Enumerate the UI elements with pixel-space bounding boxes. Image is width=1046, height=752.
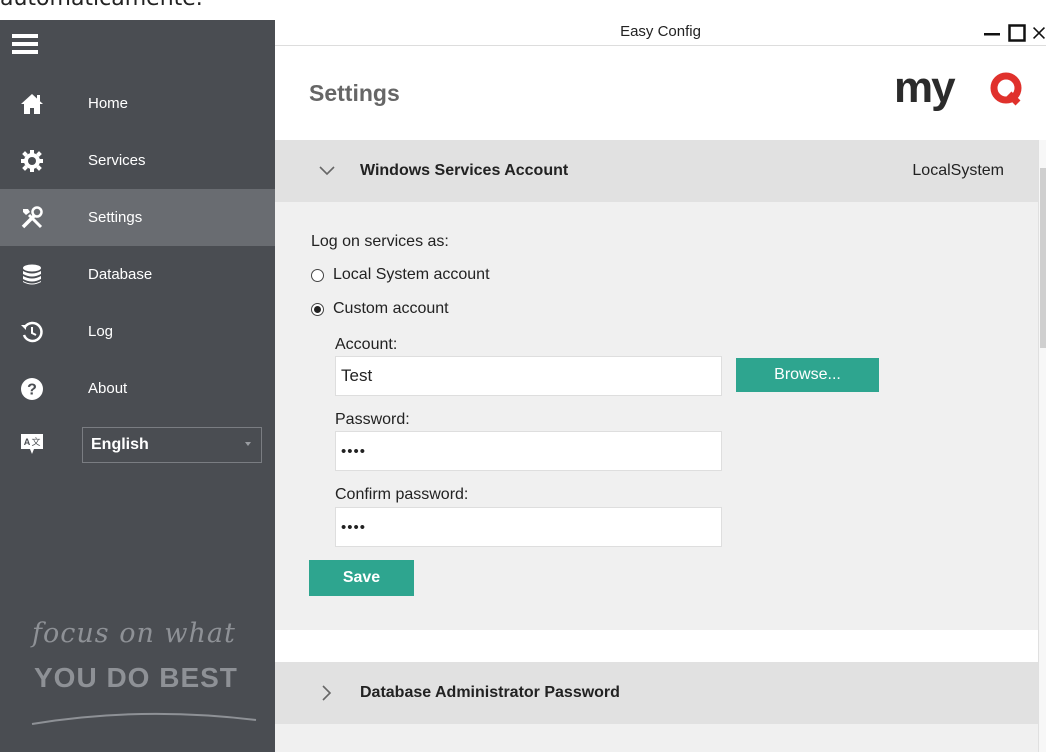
password-label: Password: xyxy=(335,411,410,428)
confirm-password-label: Confirm password: xyxy=(335,486,469,503)
close-icon[interactable] xyxy=(1032,22,1046,44)
section-divider xyxy=(275,630,1038,662)
section-value: LocalSystem xyxy=(912,162,1004,179)
section-windows-services-header[interactable]: Windows Services Account LocalSystem xyxy=(275,140,1038,202)
myq-logo: my xyxy=(894,63,1026,122)
save-button[interactable]: Save xyxy=(309,560,414,596)
section-db-admin-header[interactable]: Database Administrator Password xyxy=(275,662,1038,724)
radio-label: Local System account xyxy=(333,266,490,283)
account-input[interactable]: Test xyxy=(335,356,722,396)
sidebar-item-settings[interactable]: Settings xyxy=(0,189,275,246)
language-select-value: English xyxy=(91,436,149,453)
home-icon xyxy=(20,92,44,116)
svg-text:A: A xyxy=(24,437,31,447)
gear-icon xyxy=(20,149,44,173)
password-field-value: •••• xyxy=(341,442,367,460)
svg-text:my: my xyxy=(894,68,956,112)
radio-button[interactable] xyxy=(311,268,324,282)
window-title: Easy Config xyxy=(620,23,701,40)
sidebar-item-label: Database xyxy=(88,266,153,283)
sidebar-item-database[interactable]: Database xyxy=(0,246,275,303)
svg-text:文: 文 xyxy=(31,436,40,447)
radio-label: Custom account xyxy=(333,300,449,317)
tools-icon xyxy=(20,205,44,230)
maximize-icon[interactable] xyxy=(1006,22,1028,44)
database-icon xyxy=(20,263,44,287)
tagline-swoosh xyxy=(31,712,257,725)
svg-text:?: ? xyxy=(27,381,37,398)
sidebar-item-label: Log xyxy=(88,323,114,340)
sidebar-item-log[interactable]: Log xyxy=(0,303,275,360)
window-titlebar: Easy Config xyxy=(275,20,1046,46)
tagline-line1: focus on what xyxy=(32,618,236,649)
sidebar-item-label: About xyxy=(88,380,128,397)
scrollbar-thumb[interactable] xyxy=(1040,168,1046,348)
tagline-line2: YOU DO BEST xyxy=(34,662,238,693)
sidebar-item-home[interactable]: Home xyxy=(0,75,275,132)
confirm-password-field-value: •••• xyxy=(341,518,367,536)
hamburger-icon[interactable] xyxy=(12,34,38,54)
section-title: Database Administrator Password xyxy=(360,684,620,701)
logon-label: Log on services as: xyxy=(311,233,449,250)
sidebar-item-label: Settings xyxy=(88,209,143,226)
sidebar-item-about[interactable]: ? About xyxy=(0,360,275,417)
radio-button[interactable] xyxy=(311,302,324,316)
language-select[interactable]: English xyxy=(82,427,262,463)
confirm-password-field[interactable]: •••• xyxy=(335,507,722,547)
document-text: automaticamente. xyxy=(0,0,203,11)
section-title: Windows Services Account xyxy=(360,162,569,179)
radio-local-system[interactable]: Local System account xyxy=(311,266,490,284)
chevron-down-icon xyxy=(319,166,335,176)
browse-button[interactable]: Browse... xyxy=(736,358,879,392)
language-icon: A文 xyxy=(20,432,44,456)
password-field[interactable]: •••• xyxy=(335,431,722,471)
account-label: Account: xyxy=(335,336,398,353)
sidebar: Home Services Settings Database Log ? Ab… xyxy=(0,20,275,752)
sidebar-item-label: Home xyxy=(88,95,129,112)
settings-panel: Windows Services Account LocalSystem Log… xyxy=(275,140,1038,752)
sidebar-item-label: Services xyxy=(88,152,146,169)
chevron-right-icon xyxy=(322,685,332,701)
help-icon: ? xyxy=(20,377,44,401)
page-header: Settings my xyxy=(275,46,1046,140)
sidebar-item-services[interactable]: Services xyxy=(0,132,275,189)
minimize-icon[interactable] xyxy=(981,22,1003,44)
chevron-down-icon xyxy=(245,442,251,446)
history-icon xyxy=(20,320,44,344)
account-input-value: Test xyxy=(341,366,373,385)
page-title: Settings xyxy=(309,80,400,106)
radio-custom-account[interactable]: Custom account xyxy=(311,300,449,318)
scrollbar[interactable] xyxy=(1038,140,1046,752)
